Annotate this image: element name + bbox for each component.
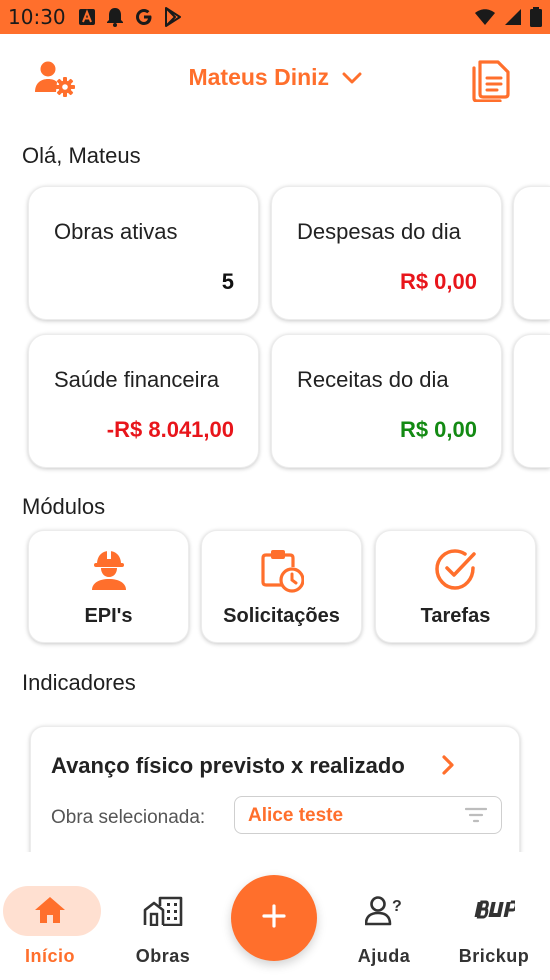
add-fab-button[interactable]: [231, 875, 317, 961]
google-icon: [134, 7, 154, 27]
modules-title: Módulos: [22, 494, 106, 519]
nav-item-inicio[interactable]: Início: [0, 886, 101, 970]
user-name: Mateus Diniz: [188, 64, 330, 90]
report-button[interactable]: [472, 56, 512, 103]
summary-card-despesas-do-dia[interactable]: Despesas do dia R$ 0,00: [271, 186, 502, 320]
wifi-icon: [474, 8, 496, 31]
indicator-card-title: Avanço físico previsto x realizado: [51, 753, 405, 778]
status-time: 10:30: [8, 5, 66, 29]
nav-item-ajuda[interactable]: ? Ajuda: [334, 886, 434, 970]
summary-card-value: 5: [221, 269, 234, 294]
module-tarefas[interactable]: Tarefas: [375, 530, 536, 643]
obra-select-value: Alice teste: [248, 805, 344, 826]
chevron-right-icon[interactable]: [441, 755, 455, 780]
worker-helmet-icon: [90, 549, 128, 596]
summary-card-label: Saúde financeira: [54, 367, 220, 392]
nav-label: Ajuda: [357, 946, 411, 966]
buildings-icon: [143, 896, 183, 931]
nav-label: Obras: [135, 946, 191, 966]
obra-selecionada-label: Obra selecionada:: [51, 807, 206, 828]
summary-card-saude-financeira[interactable]: Saúde financeira -R$ 8.041,00: [28, 334, 259, 468]
brickup-logo-icon: [473, 896, 518, 927]
check-circle-icon: [434, 549, 477, 596]
summary-card-obras-ativas[interactable]: Obras ativas 5: [28, 186, 259, 320]
module-label: EPI's: [84, 605, 133, 627]
indicator-card: Avanço físico previsto x realizado Obra …: [30, 726, 520, 866]
nav-item-brickup[interactable]: Brickup: [444, 886, 544, 970]
report-icon: [472, 60, 512, 106]
battery-icon: [530, 7, 542, 32]
app-header: Mateus Diniz: [0, 34, 550, 124]
summary-card-label: Receitas do dia: [297, 367, 449, 392]
chevron-down-icon: [334, 72, 362, 89]
svg-text:?: ?: [392, 898, 402, 915]
nav-item-obras[interactable]: Obras: [113, 886, 213, 970]
module-label: Tarefas: [420, 605, 491, 627]
play-store-icon: [164, 7, 182, 27]
summary-card-value: R$ 0,00: [399, 269, 477, 294]
status-bar: 10:30: [0, 0, 550, 34]
nav-label: Brickup: [458, 946, 530, 966]
summary-card-label: Despesas do dia: [297, 219, 461, 244]
filter-icon: [464, 807, 488, 828]
summary-card-partial[interactable]: [513, 334, 550, 468]
module-epis[interactable]: EPI's: [28, 530, 189, 643]
summary-card-value: R$ 0,00: [399, 417, 477, 442]
greeting-title: Olá, Mateus: [22, 143, 141, 168]
summary-card-receitas-do-dia[interactable]: Receitas do dia R$ 0,00: [271, 334, 502, 468]
module-solicitacoes[interactable]: Solicitações: [201, 530, 362, 643]
summary-card-value: -R$ 8.041,00: [106, 417, 234, 442]
user-selector-dropdown[interactable]: Mateus Diniz: [0, 64, 550, 91]
obra-select[interactable]: Alice teste: [234, 796, 502, 834]
translate-icon: [78, 8, 96, 26]
indicators-title: Indicadores: [22, 670, 136, 695]
help-user-icon: ?: [364, 896, 403, 931]
home-icon: [34, 896, 66, 929]
module-label: Solicitações: [223, 605, 340, 627]
nav-label: Início: [24, 946, 75, 966]
notification-bell-icon: [106, 7, 124, 27]
clipboard-clock-icon: [260, 549, 305, 598]
summary-card-partial[interactable]: [513, 186, 550, 320]
signal-icon: [504, 8, 522, 31]
plus-icon: [262, 903, 286, 933]
summary-card-label: Obras ativas: [54, 219, 178, 244]
